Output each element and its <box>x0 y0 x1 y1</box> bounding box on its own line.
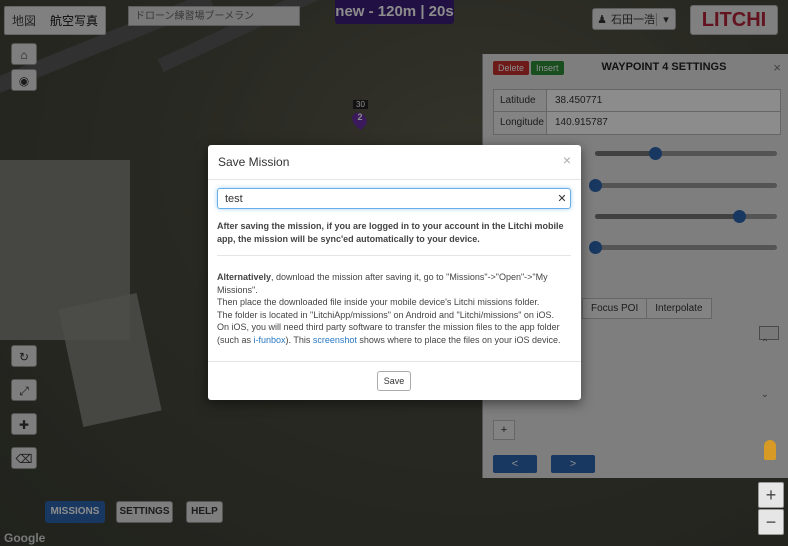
divider <box>208 361 581 362</box>
divider <box>217 255 571 256</box>
save-button[interactable]: Save <box>377 371 411 391</box>
close-icon[interactable]: × <box>563 152 571 168</box>
info-line4b: ). This <box>285 334 313 345</box>
mission-name-field[interactable]: ✕ <box>217 188 571 209</box>
info-line3: The folder is located in "LitchiApp/miss… <box>217 309 554 320</box>
mission-name-input[interactable] <box>218 191 554 206</box>
download-instructions: Alternatively, download the mission afte… <box>217 271 571 346</box>
info-alt-bold: Alternatively <box>217 272 272 282</box>
zoom-in-button[interactable]: + <box>758 482 784 508</box>
ifunbox-link[interactable]: i-funbox <box>254 335 286 345</box>
sync-notice: After saving the mission, if you are log… <box>217 221 564 244</box>
info-line4c: shows where to place the files on your i… <box>356 334 561 345</box>
dialog-title: Save Mission <box>218 155 290 169</box>
info-line2: Then place the downloaded file inside yo… <box>217 297 540 307</box>
clear-input-icon[interactable]: ✕ <box>554 192 570 205</box>
street-view-pegman-icon[interactable] <box>764 440 776 460</box>
save-mission-dialog: Save Mission × ✕ After saving the missio… <box>208 145 581 400</box>
zoom-out-button[interactable]: − <box>758 509 784 535</box>
screenshot-link[interactable]: screenshot <box>313 335 357 345</box>
